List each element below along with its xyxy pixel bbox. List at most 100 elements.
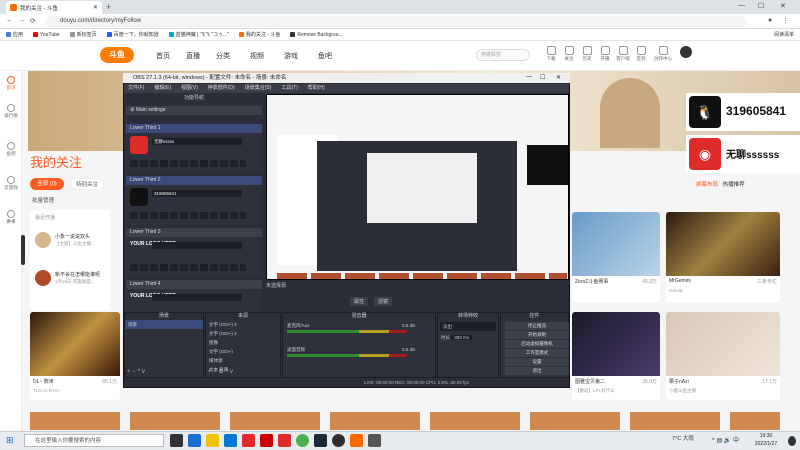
source-item[interactable]: 图像 <box>206 338 280 347</box>
close-tab-icon[interactable]: ✕ <box>93 4 98 11</box>
source-item[interactable]: 媒体源 <box>206 356 280 365</box>
nav-video[interactable]: 视频 <box>250 51 264 61</box>
reload-icon[interactable]: ⟳ <box>30 17 36 25</box>
stop-streaming-button[interactable]: 停止推流 <box>505 322 569 330</box>
nav-games[interactable]: 游戏 <box>284 51 298 61</box>
taskbar-search-input[interactable]: 在这里输入你要搜索的内容 <box>24 434 164 447</box>
menu-help[interactable]: 帮助(H) <box>308 84 325 93</box>
douyu-logo[interactable]: 斗鱼 <box>100 47 134 63</box>
mixer-channel[interactable]: 麦克风/Aux 0.0 dB <box>287 323 435 333</box>
obs-minimize-icon[interactable]: — <box>526 74 532 80</box>
source-item[interactable]: 文字 (GDI+) 2 <box>206 329 280 338</box>
filters-button[interactable]: 滤镜 <box>374 297 393 306</box>
start-virtual-camera-button[interactable]: 启动虚拟摄像机 <box>505 340 569 348</box>
menu-view[interactable]: 视图(V) <box>181 84 198 93</box>
stream-card[interactable]: ZeroZ斗鱼赛事 45.3万 <box>572 212 660 302</box>
menu-icon[interactable]: ⋮ <box>782 17 789 25</box>
filter-all-button[interactable]: 全部 (0) <box>30 178 64 190</box>
bookmark-apps[interactable]: 应用 <box>6 31 23 38</box>
exit-button[interactable]: 退出 <box>505 367 569 375</box>
clock[interactable]: 19:30 2022/1/27 <box>746 432 786 448</box>
notification-icon[interactable] <box>788 436 796 446</box>
download-button[interactable]: 下载 <box>544 46 558 62</box>
new-tab-button[interactable]: + <box>106 2 111 12</box>
lower-third-4[interactable]: Lower Third 4 YOUR LOGO HERE <box>126 280 262 315</box>
profile-icon[interactable]: ● <box>768 17 772 24</box>
weather[interactable]: 7°C 大雨 <box>672 434 694 442</box>
bookmark-newtab[interactable]: 新标签页 <box>69 31 97 38</box>
main-settings-row[interactable]: ⚙ Main settings <box>126 106 262 115</box>
layout-link[interactable]: 屏幕布局 <box>696 182 718 188</box>
bookmark-youtube[interactable]: YouTube <box>33 32 60 38</box>
lower-third-text-input[interactable] <box>152 242 242 249</box>
scene-item[interactable]: 场景 <box>125 320 203 329</box>
obs-close-icon[interactable]: ✕ <box>556 74 561 81</box>
file-explorer-icon[interactable] <box>206 434 219 447</box>
duration-input[interactable]: 300 ms <box>451 335 473 340</box>
lower-third-2[interactable]: Lower Third 2 319605841 <box>126 176 262 225</box>
app-icon[interactable] <box>350 434 363 447</box>
lower-third-text-input[interactable] <box>152 294 242 301</box>
bookmark-bilibili[interactable]: 蓝猫神魔 | 飞飞 "コゥ..." <box>168 31 229 38</box>
history-button[interactable]: 历史 <box>580 46 594 62</box>
bookmark-removebg[interactable]: Remove Backgrou... <box>290 32 343 38</box>
nav-fishbar[interactable]: 鱼吧 <box>318 51 332 61</box>
scene-controls[interactable]: + − ^ v <box>127 369 145 375</box>
netease-music-taskbar-icon[interactable] <box>260 434 273 447</box>
source-controls[interactable]: + − ⚙ ^ v <box>208 368 233 375</box>
source-item[interactable]: 文字 (GDI+) 3 <box>206 320 280 329</box>
lower-third-text-input[interactable]: 无聊sssss <box>152 138 242 145</box>
creator-center-button[interactable]: 创作中心 <box>652 46 674 62</box>
nav-home[interactable]: 首页 <box>156 51 170 61</box>
bookmark-douyu[interactable]: 我的关注 - 斗鱼 <box>238 31 280 38</box>
rail-cloudgame[interactable]: 云游戏 <box>0 176 22 191</box>
color-cells[interactable] <box>130 212 246 219</box>
nav-category[interactable]: 分类 <box>216 51 230 61</box>
obs-maximize-icon[interactable]: ☐ <box>540 74 545 81</box>
rail-collapse-handle[interactable] <box>21 235 25 265</box>
windows-start-icon[interactable]: ⊞ <box>6 435 14 446</box>
lower-third-3[interactable]: Lower Third 3 YOUR LOGO HERE <box>126 228 262 277</box>
menu-docks[interactable]: 停靠部件(D) <box>208 84 235 93</box>
color-cells[interactable] <box>130 160 246 167</box>
browser-tab[interactable]: 我的关注 - 斗鱼 ✕ <box>6 1 102 14</box>
follow-button[interactable]: 关注 <box>562 46 576 62</box>
menu-file[interactable]: 文件(F) <box>128 84 144 93</box>
transition-select[interactable]: 淡出 <box>440 322 496 331</box>
properties-button[interactable]: 属性 <box>350 297 369 306</box>
bulk-manage-button[interactable]: 批量管理 <box>32 196 54 204</box>
store-icon[interactable] <box>224 434 237 447</box>
menu-scene-collection[interactable]: 场景集合(S) <box>245 84 272 93</box>
stream-card[interactable]: 图雅宝贝第二 35.0万 【重返】LPL有什么 <box>572 312 660 400</box>
studio-mode-button[interactable]: 工作室模式 <box>505 349 569 357</box>
menu-tools[interactable]: 工具(T) <box>281 84 297 93</box>
nav-live[interactable]: 直播 <box>186 51 200 61</box>
minimize-icon[interactable]: — <box>738 2 745 9</box>
url-input[interactable]: douyu.com/directory/myFollow <box>46 16 746 27</box>
rail-events[interactable]: 赛事 <box>0 210 22 225</box>
rail-rank[interactable]: 排行榜 <box>0 104 22 119</box>
filter-special-button[interactable]: 特别关注 <box>70 178 104 190</box>
app-icon[interactable] <box>278 434 291 447</box>
stream-card[interactable]: 栗子nAzi 17.1万 小鹿斗鱼主播 <box>666 312 780 400</box>
start-recording-button[interactable]: 开始录制 <box>505 331 569 339</box>
checkin-button[interactable]: 签到 <box>634 46 648 62</box>
bookmark-baidu[interactable]: 百度一下，你就知道 <box>106 31 159 38</box>
back-icon[interactable]: ← <box>6 17 13 24</box>
mixer-channel[interactable]: 桌面音频 0.0 dB <box>287 347 435 357</box>
start-live-button[interactable]: 开播 <box>598 46 612 62</box>
menu-edit[interactable]: 编辑(E) <box>154 84 171 93</box>
reading-list[interactable]: 阅读清单 <box>774 31 794 38</box>
close-window-icon[interactable]: ✕ <box>780 2 786 10</box>
rail-home[interactable]: 首页 <box>0 76 22 91</box>
edge-icon[interactable] <box>188 434 201 447</box>
source-item[interactable]: 文字 (GDI+) <box>206 347 280 356</box>
task-view-icon[interactable] <box>170 434 183 447</box>
client-button[interactable]: 客户端 <box>616 46 630 62</box>
app-icon[interactable] <box>242 434 255 447</box>
hot-link[interactable]: 热播推荐 <box>723 182 745 188</box>
tray-icons[interactable]: ^ ▤ 🔊 中 <box>712 435 739 444</box>
settings-button[interactable]: 设置 <box>505 358 569 366</box>
obs-taskbar-icon[interactable] <box>332 434 345 447</box>
chrome-icon[interactable] <box>296 434 309 447</box>
